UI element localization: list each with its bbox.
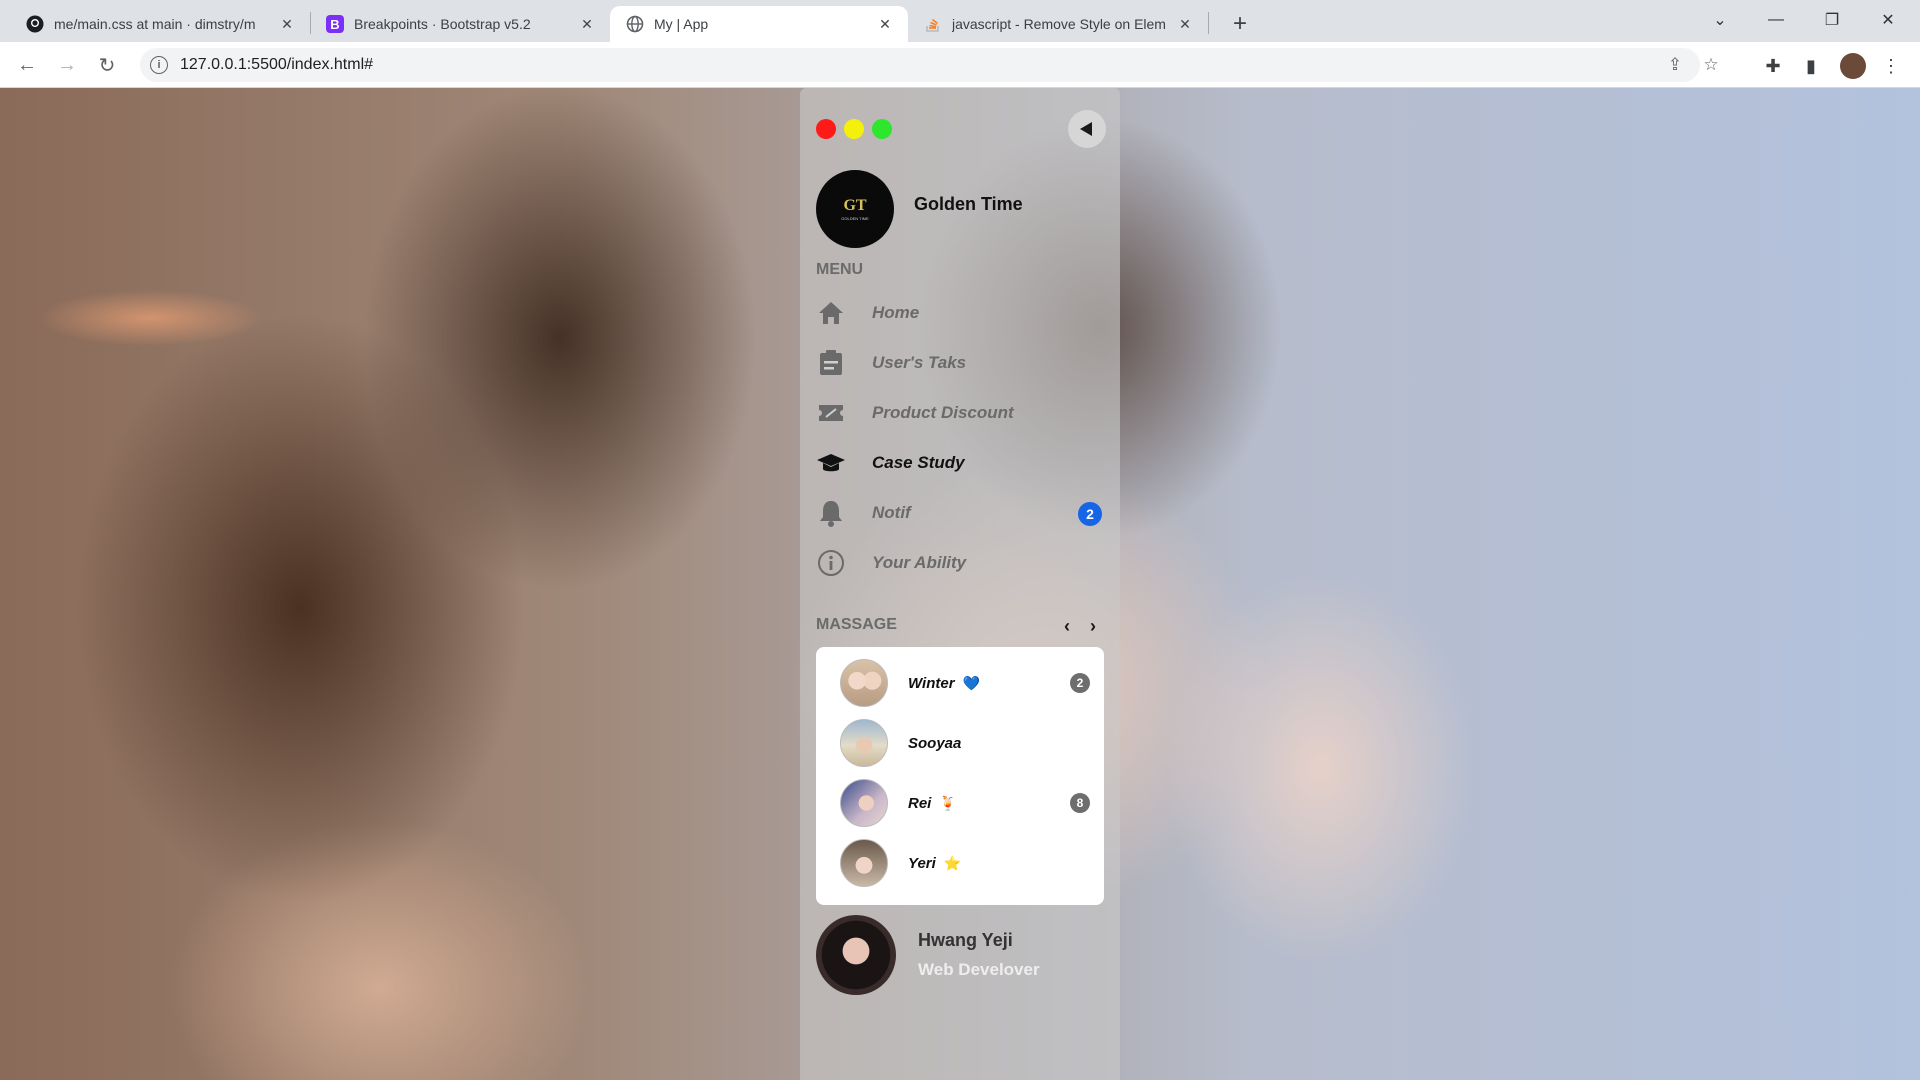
- tab-search-icon[interactable]: ⌄: [1696, 0, 1744, 40]
- tab-strip: me/main.css at main · dimstry/m ✕ B Brea…: [0, 0, 1920, 42]
- more-menu-icon[interactable]: ⋮: [1880, 55, 1902, 77]
- message-item-yeri[interactable]: Yeri ⭐: [840, 837, 1090, 889]
- page-background: GT GOLDEN TIME Golden Time MENU Home Use…: [0, 88, 1920, 1080]
- share-icon[interactable]: ⇪: [1664, 54, 1686, 76]
- unread-count-badge: 2: [1070, 673, 1090, 693]
- drink-icon: 🍹: [939, 794, 957, 811]
- brand-name: Golden Time: [914, 194, 1023, 214]
- minimize-dot[interactable]: [844, 119, 864, 139]
- blue-heart-icon: 💙: [962, 674, 980, 691]
- star-icon: ⭐: [943, 854, 962, 871]
- notif-count-badge: 2: [1078, 502, 1102, 526]
- browser-toolbar: ← → ↻ i 127.0.0.1:5500/index.html# ⇪ ☆ ✚…: [0, 42, 1920, 88]
- tab-separator: [1208, 12, 1209, 34]
- new-tab-button[interactable]: +: [1222, 6, 1258, 42]
- side-panel-icon[interactable]: ▮: [1800, 55, 1822, 77]
- menu-item-notif[interactable]: Notif 2: [816, 493, 1106, 533]
- avatar: [840, 839, 888, 887]
- bell-icon: [816, 498, 846, 528]
- reload-icon[interactable]: ↻: [92, 50, 122, 80]
- message-item-rei[interactable]: Rei 🍹 8: [840, 777, 1090, 829]
- extensions-icon[interactable]: ✚: [1762, 55, 1784, 77]
- messages-label: MASSAGE: [816, 616, 897, 633]
- maximize-dot[interactable]: [872, 119, 892, 139]
- avatar: [840, 659, 888, 707]
- user-avatar[interactable]: [816, 915, 896, 995]
- forward-icon[interactable]: →: [52, 50, 82, 80]
- messages-card: Winter 💙 2 Sooyaa Rei 🍹 8 Yeri ⭐: [816, 647, 1104, 905]
- close-icon[interactable]: ✕: [580, 16, 594, 33]
- menu-item-home[interactable]: Home: [816, 293, 1106, 333]
- bookmark-star-icon[interactable]: ☆: [1700, 54, 1722, 76]
- bootstrap-icon: B: [326, 15, 344, 33]
- close-icon[interactable]: ✕: [280, 16, 294, 33]
- ticket-icon: [816, 398, 846, 428]
- profile-avatar-icon[interactable]: [1840, 53, 1866, 79]
- tab-bootstrap[interactable]: B Breakpoints · Bootstrap v5.2 ✕: [310, 6, 610, 42]
- close-dot[interactable]: [816, 119, 836, 139]
- site-info-icon[interactable]: i: [150, 56, 168, 74]
- menu-item-your-ability[interactable]: Your Ability: [816, 543, 1106, 583]
- tab-title: javascript - Remove Style on Elem: [952, 16, 1166, 32]
- avatar: [840, 719, 888, 767]
- avatar: [840, 779, 888, 827]
- message-item-sooyaa[interactable]: Sooyaa: [840, 717, 1090, 769]
- menu-item-case-study[interactable]: Case Study: [816, 443, 1106, 483]
- message-item-winter[interactable]: Winter 💙 2: [840, 657, 1090, 709]
- chevron-right-icon[interactable]: ›: [1090, 616, 1096, 637]
- tab-stackoverflow[interactable]: javascript - Remove Style on Elem ✕: [908, 6, 1208, 42]
- restore-button[interactable]: ❐: [1808, 0, 1856, 40]
- close-icon[interactable]: ✕: [1178, 16, 1192, 33]
- collapse-sidebar-button[interactable]: [1068, 110, 1106, 148]
- tab-title: me/main.css at main · dimstry/m: [54, 16, 256, 32]
- menu-item-product-discount[interactable]: Product Discount: [816, 393, 1106, 433]
- globe-icon: [626, 15, 644, 33]
- user-role: Web Develover: [918, 960, 1040, 979]
- caret-left-icon: [1080, 122, 1092, 136]
- tab-my-app[interactable]: My | App ✕: [610, 6, 908, 42]
- url-text[interactable]: 127.0.0.1:5500/index.html#: [180, 56, 373, 74]
- sidebar: GT GOLDEN TIME Golden Time MENU Home Use…: [800, 88, 1120, 1080]
- brand-logo: GT GOLDEN TIME: [816, 170, 894, 248]
- back-icon[interactable]: ←: [12, 50, 42, 80]
- user-name: Hwang Yeji: [918, 930, 1013, 950]
- home-icon: [816, 298, 846, 328]
- github-icon: [26, 15, 44, 33]
- info-icon: [816, 548, 846, 578]
- graduation-cap-icon: [816, 448, 846, 478]
- close-window-button[interactable]: ✕: [1864, 0, 1912, 40]
- close-icon[interactable]: ✕: [878, 16, 892, 33]
- unread-count-badge: 8: [1070, 793, 1090, 813]
- tab-title: Breakpoints · Bootstrap v5.2: [354, 16, 531, 32]
- tab-title: My | App: [654, 16, 709, 32]
- tab-github[interactable]: me/main.css at main · dimstry/m ✕: [10, 6, 310, 42]
- address-bar[interactable]: i 127.0.0.1:5500/index.html# ⇪ ☆: [140, 48, 1719, 82]
- chevron-left-icon[interactable]: ‹: [1064, 616, 1070, 637]
- menu-item-users-taks[interactable]: User's Taks: [816, 343, 1106, 383]
- menu-label: MENU: [816, 261, 864, 278]
- clipboard-icon: [816, 348, 846, 378]
- stackoverflow-icon: [924, 15, 942, 33]
- minimize-button[interactable]: —: [1752, 0, 1800, 40]
